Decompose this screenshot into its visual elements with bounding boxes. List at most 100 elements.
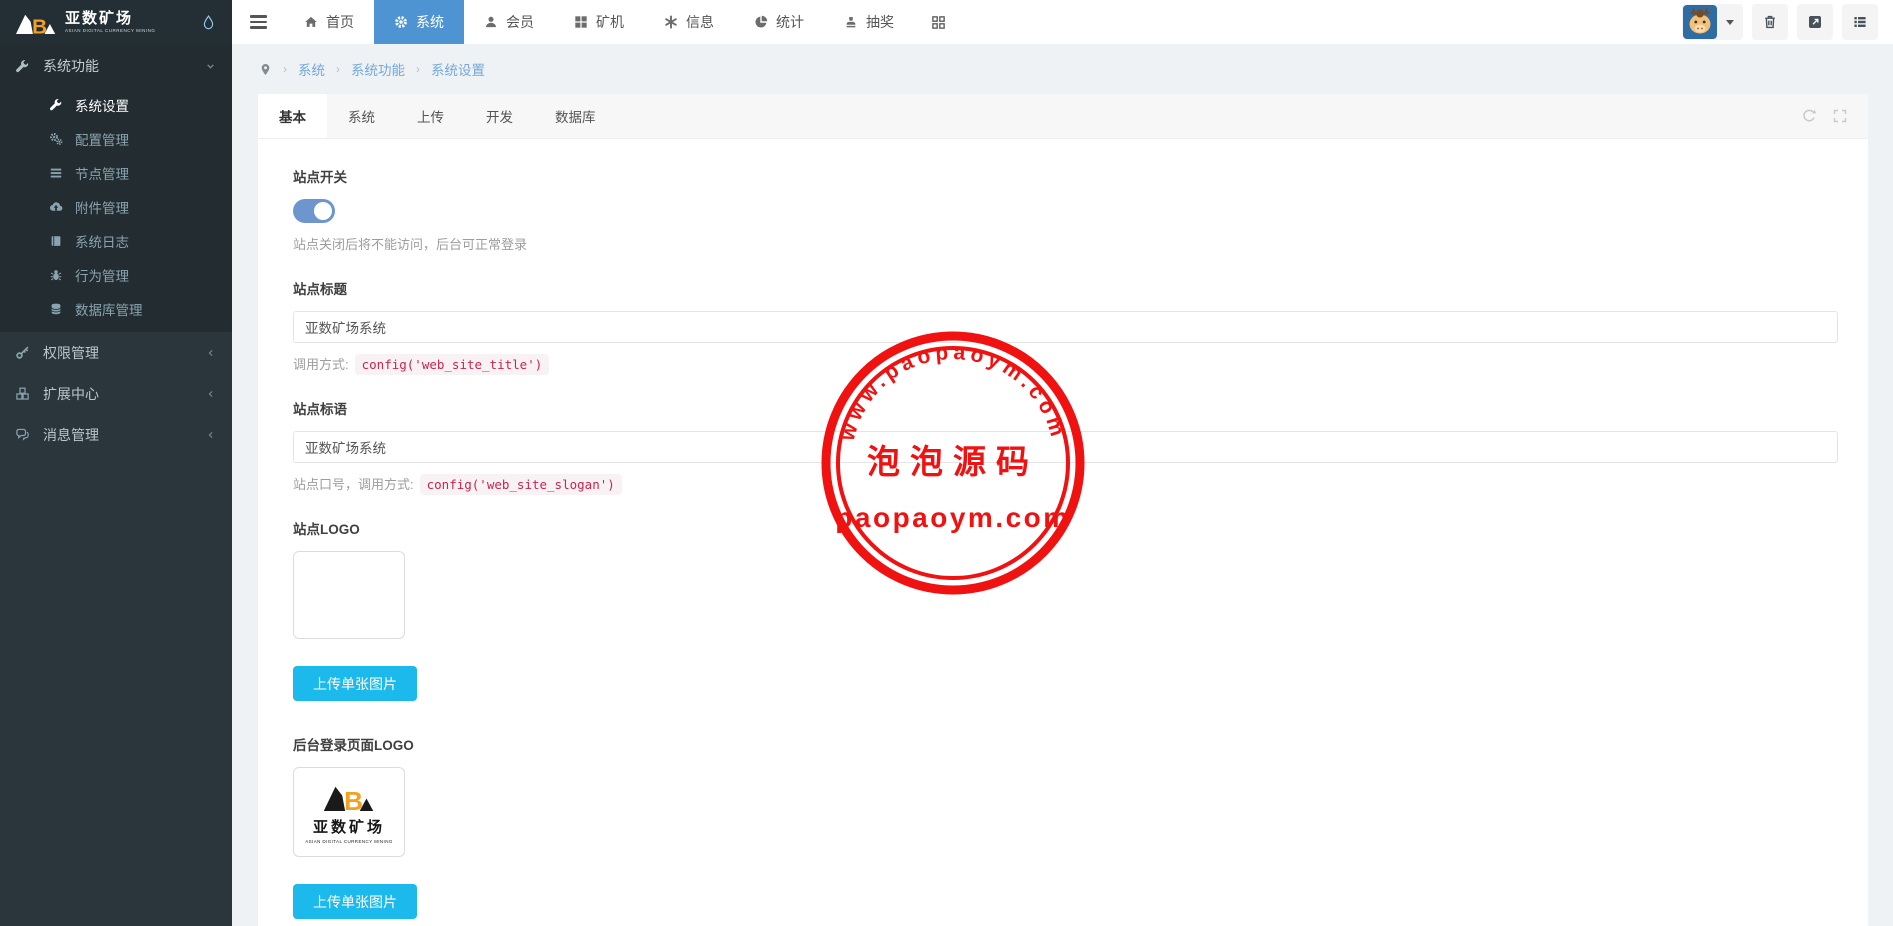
site-slogan-input[interactable] (293, 431, 1838, 463)
cubes-icon (15, 386, 32, 401)
config-code: config('web_site_slogan') (420, 474, 622, 495)
nav-item-home[interactable]: 首页 (284, 0, 374, 44)
sidebar-menu: 系统功能 系统设置 配置管理 节点管 (0, 44, 232, 455)
nav-item-label: 会员 (506, 12, 534, 32)
lottery-stamp-icon (844, 15, 858, 29)
nav-item-label: 抽奖 (866, 12, 894, 32)
sidebar-item-behavior-management[interactable]: 行为管理 (0, 258, 232, 292)
admin-settings-page: { "brand": { "title": "亚数矿场", "subtitle"… (0, 0, 1893, 926)
list-button[interactable] (1842, 4, 1878, 40)
logo-text-cn: 亚数矿场 (313, 816, 385, 837)
cogs-icon (49, 132, 64, 146)
breadcrumb-link-system-settings[interactable]: 系统设置 (431, 59, 485, 79)
chevron-left-icon (205, 388, 217, 400)
settings-panel: 基本 系统 上传 开发 数据库 站点开关 站点关闭后将不能访问，后台可正常登录 … (258, 94, 1868, 926)
sidebar-item-permission-management[interactable]: 权限管理 (0, 332, 232, 373)
sidebar-item-label: 行为管理 (75, 265, 129, 285)
logo-text-en: ASIAN DIGITAL CURRENCY MINING (305, 839, 393, 844)
apps-grid-icon[interactable] (914, 0, 963, 44)
home-icon (304, 15, 318, 29)
sidebar-item-label: 系统日志 (75, 231, 129, 251)
sidebar-item-attachment-management[interactable]: 附件管理 (0, 190, 232, 224)
content-area: › 系统 › 系统功能 › 系统设置 基本 系统 上传 开发 数据库 站点开关 (232, 44, 1893, 926)
breadcrumb-separator: › (416, 62, 420, 76)
admin-login-logo-preview: B 亚数矿场 ASIAN DIGITAL CURRENCY MINING (293, 767, 405, 857)
user-menu-button[interactable] (1682, 4, 1743, 40)
sidebar: B 亚数矿场 ASIAN DIGITAL CURRENCY MINING 系统功… (0, 0, 232, 926)
sidebar-item-system-logs[interactable]: 系统日志 (0, 224, 232, 258)
settings-form: 站点开关 站点关闭后将不能访问，后台可正常登录 站点标题 调用方式:config… (258, 139, 1868, 926)
sidebar-item-message-management[interactable]: 消息管理 (0, 414, 232, 455)
upload-site-logo-button[interactable]: 上传单张图片 (293, 666, 417, 701)
external-link-button[interactable] (1797, 4, 1833, 40)
nav-item-label: 信息 (686, 12, 714, 32)
nav-item-lottery[interactable]: 抽奖 (824, 0, 914, 44)
brand-logo-icon: B (16, 9, 56, 36)
sidebar-item-system-settings[interactable]: 系统设置 (0, 88, 232, 122)
nav-item-label: 系统 (416, 12, 444, 32)
site-switch-label: 站点开关 (293, 166, 1838, 186)
nav-item-label: 首页 (326, 12, 354, 32)
chevron-left-icon (205, 429, 217, 441)
sidebar-item-label: 系统设置 (75, 95, 129, 115)
bug-icon (49, 268, 64, 282)
site-switch-toggle[interactable] (293, 199, 335, 223)
sidebar-item-label: 权限管理 (43, 343, 99, 363)
sidebar-item-extension-center[interactable]: 扩展中心 (0, 373, 232, 414)
nav-item-label: 矿机 (596, 12, 624, 32)
help-prefix: 调用方式: (293, 357, 349, 372)
sidebar-item-config-management[interactable]: 配置管理 (0, 122, 232, 156)
brand[interactable]: B 亚数矿场 ASIAN DIGITAL CURRENCY MINING (0, 0, 232, 44)
sidebar-item-label: 配置管理 (75, 129, 129, 149)
refresh-icon[interactable] (1801, 108, 1817, 124)
sidebar-item-database-management[interactable]: 数据库管理 (0, 292, 232, 326)
breadcrumb-link-system-functions[interactable]: 系统功能 (351, 59, 405, 79)
nav-item-miners[interactable]: 矿机 (554, 0, 644, 44)
wrench-icon (15, 59, 32, 74)
upload-admin-logo-button[interactable]: 上传单张图片 (293, 884, 417, 919)
sidebar-item-label: 附件管理 (75, 197, 129, 217)
avatar (1683, 5, 1717, 39)
sidebar-item-node-management[interactable]: 节点管理 (0, 156, 232, 190)
cloud-upload-icon (49, 200, 64, 214)
external-link-icon (1807, 14, 1823, 30)
nav-item-label: 统计 (776, 12, 804, 32)
navbar-right (1682, 0, 1893, 44)
site-title-help: 调用方式: config('web_site_title') (293, 354, 1838, 373)
breadcrumb: › 系统 › 系统功能 › 系统设置 (232, 44, 1893, 94)
sidebar-item-label: 系统功能 (43, 56, 99, 76)
tab-basic[interactable]: 基本 (258, 94, 327, 138)
nav-item-info[interactable]: 信息 (644, 0, 734, 44)
list-bars-icon (49, 166, 64, 180)
config-code: config('web_site_title') (355, 354, 550, 375)
sidebar-item-system-functions[interactable]: 系统功能 (0, 44, 232, 88)
brand-title: 亚数矿场 (65, 11, 155, 26)
site-slogan-label: 站点标语 (293, 398, 1838, 418)
settings-tabs: 基本 系统 上传 开发 数据库 (258, 94, 1868, 139)
breadcrumb-link-system[interactable]: 系统 (298, 59, 325, 79)
site-title-input[interactable] (293, 311, 1838, 343)
site-logo-label: 站点LOGO (293, 518, 1838, 538)
trash-button[interactable] (1752, 4, 1788, 40)
toggle-knob (314, 202, 332, 220)
site-slogan-help: 站点口号，调用方式:config('web_site_slogan') (293, 474, 1838, 493)
tab-database[interactable]: 数据库 (534, 94, 617, 138)
nav-item-system[interactable]: 系统 (374, 0, 464, 44)
tab-system[interactable]: 系统 (327, 94, 396, 138)
top-navbar: 首页 系统 会员 矿机 信息 (232, 0, 1893, 44)
admin-login-logo-image: B (318, 780, 380, 813)
tab-upload[interactable]: 上传 (396, 94, 465, 138)
tab-develop[interactable]: 开发 (465, 94, 534, 138)
nav-item-members[interactable]: 会员 (464, 0, 554, 44)
expand-icon[interactable] (1832, 108, 1848, 124)
nav-item-statistics[interactable]: 统计 (734, 0, 824, 44)
user-icon (484, 15, 498, 29)
breadcrumb-separator: › (336, 62, 340, 76)
trash-icon (1762, 14, 1778, 30)
chevron-down-icon (204, 60, 217, 73)
map-marker-icon (259, 62, 272, 77)
sidebar-item-label: 消息管理 (43, 425, 99, 445)
sidebar-item-label: 节点管理 (75, 163, 129, 183)
book-icon (49, 234, 64, 248)
hamburger-icon[interactable] (232, 0, 284, 44)
